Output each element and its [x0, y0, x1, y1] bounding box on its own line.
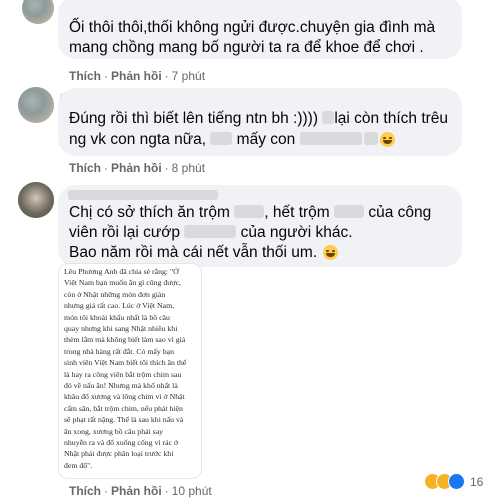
redacted-word — [184, 224, 237, 238]
like-link[interactable]: Thích — [69, 69, 101, 83]
avatar[interactable] — [22, 0, 54, 24]
redacted-name — [68, 190, 218, 200]
reaction-count: 16 — [470, 474, 484, 489]
article-text-line: đem đổ". — [64, 460, 93, 470]
like-link[interactable]: Thích — [69, 161, 101, 175]
like-icon — [448, 473, 465, 490]
comment-actions: Thích · Phản hồi · 7 phút — [69, 69, 206, 83]
redacted-word — [334, 204, 365, 218]
comment-text: Ối thôi thôi,thối không ngửi được.chuyện… — [69, 19, 436, 36]
avatar[interactable] — [18, 87, 54, 123]
reactions-summary[interactable]: 16 — [424, 473, 483, 491]
comment-text: Bao năm rồi mà cái nết vẫn thối um. — [69, 243, 339, 263]
comment-actions: Thích · Phản hồi · 8 phút — [69, 161, 206, 175]
like-link[interactable]: Thích — [69, 484, 101, 498]
attached-image[interactable]: Lêu Phương Anh đã chia sẻ rằng: "Ở Việt N… — [58, 263, 202, 479]
grinning-sweat-emoji-icon — [379, 132, 395, 148]
redacted-word — [210, 131, 233, 145]
redacted-word — [363, 131, 378, 145]
reply-link[interactable]: Phản hồi — [111, 69, 162, 83]
timestamp[interactable]: 8 phút — [172, 161, 205, 175]
reply-link[interactable]: Phản hồi — [111, 484, 162, 498]
redacted-word — [322, 110, 335, 124]
avatar[interactable] — [18, 182, 54, 218]
grinning-emoji-icon — [323, 245, 339, 261]
timestamp[interactable]: 10 phút — [172, 484, 212, 498]
comment-text: ng vk con ngta nữa, mấy con — [69, 130, 395, 150]
comment-text: mang chồng mang bố người ta ra để khoe đ… — [69, 39, 424, 56]
redacted-word — [299, 131, 362, 145]
redacted-word — [234, 204, 265, 218]
timestamp[interactable]: 7 phút — [172, 69, 205, 83]
comment-text: Đúng rồi thì biết lên tiếng ntn bh :))))… — [69, 110, 449, 127]
comment-text: viên rồi lại cướp của người khác. — [69, 224, 353, 241]
reply-link[interactable]: Phản hồi — [111, 161, 162, 175]
comment-actions: Thích · Phản hồi · 10 phút — [69, 484, 212, 498]
comment-text: Chị có sở thích ăn trộm , hết trộm của c… — [69, 204, 432, 221]
